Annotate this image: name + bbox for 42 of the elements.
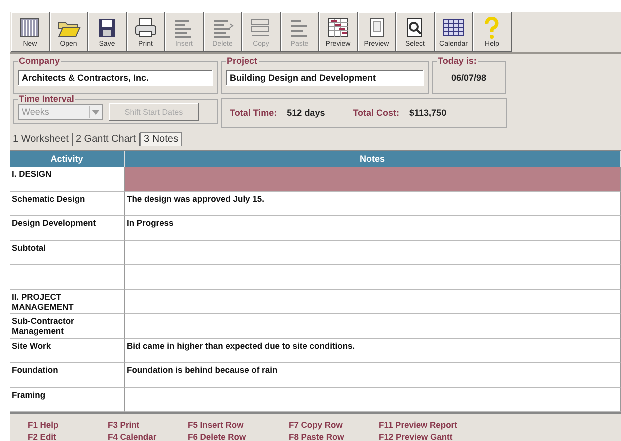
notebook-icon: [18, 17, 42, 39]
shortcut-hint: F7 Copy Row: [289, 419, 344, 431]
calendar-icon: [442, 17, 466, 39]
table-cell: Site Work: [10, 338, 125, 363]
table-cell: Framing: [10, 388, 125, 412]
total-value: 512 days: [287, 108, 326, 118]
company-field[interactable]: Architects & Contractors, Inc.: [18, 70, 213, 86]
shortcut-hint: F1 Help: [28, 419, 60, 431]
table-cell: In Progress: [125, 216, 621, 240]
total-value: $113,750: [410, 108, 447, 118]
table-cell: II. PROJECT MANAGEMENT: [10, 290, 125, 314]
shortcut-hint: F8 Paste Row: [289, 431, 346, 441]
column-header: Notes: [125, 151, 621, 167]
column-header: Activity: [10, 151, 125, 167]
dropdown-arrow-icon: [89, 106, 102, 118]
table-cell: Bid came in higher than expected due to site conditions.: [125, 338, 621, 363]
shortcut-hint: F3 Print: [108, 419, 141, 431]
tab[interactable]: 1 Worksheet: [10, 133, 73, 146]
table-cell: Subtotal: [10, 240, 125, 265]
table-cell: Design Development: [10, 216, 125, 240]
group-title: Time Interval: [18, 94, 76, 104]
table-cell: Foundation is behind because of rain: [125, 363, 621, 388]
total-label: Total Time:: [230, 108, 278, 118]
table-cell: Schematic Design: [10, 192, 125, 216]
group-title: Company: [18, 56, 62, 66]
group-title: Today is:: [437, 56, 478, 66]
date-text: 06/07/98: [451, 73, 487, 83]
chart-icon: [326, 17, 350, 39]
printer-icon: [134, 17, 158, 39]
shortcut-hint: F5 Insert Row: [188, 419, 245, 431]
shortcut-hint: F4 Calendar: [108, 431, 158, 441]
project-field[interactable]: Building Design and Development: [226, 70, 424, 86]
shortcut-hint: F11 Preview Report: [379, 419, 458, 431]
group-title: Project: [226, 56, 259, 66]
shortcut-hint: F2 Edit: [28, 431, 58, 441]
table-cell: Foundation: [10, 363, 125, 388]
table-cell: Sub-Contractor Management: [10, 314, 125, 338]
shortcut-hint: F12 Preview Gantt: [379, 431, 454, 441]
tab[interactable]: 3 Notes: [140, 132, 182, 146]
shortcut-hint: F6 Delete Row: [188, 431, 248, 441]
total-label: Total Cost:: [353, 108, 400, 118]
table-cell: The design was approved July 15.: [125, 192, 621, 216]
